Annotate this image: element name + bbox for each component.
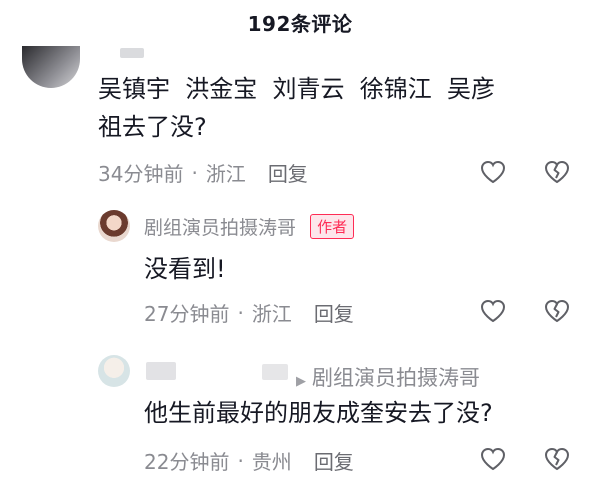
comment-time: 22分钟前 [144, 450, 230, 474]
like-button[interactable] [478, 157, 508, 187]
meta-separator: · [237, 448, 244, 473]
comments-header: 192条评论 [0, 0, 600, 44]
comment-location: 贵州 [251, 450, 292, 474]
comment-time: 34分钟前 [98, 162, 184, 186]
comment-text: 吴镇宇 洪金宝 刘青云 徐锦江 吴彦 祖去了没? [98, 70, 578, 146]
comment-count-title: 192条评论 [247, 11, 353, 36]
comment-meta: 34分钟前 · 浙江 回复 [98, 158, 308, 187]
comment-text-line: 吴镇宇 洪金宝 刘青云 徐锦江 吴彦 [98, 75, 496, 103]
author-name-text: 剧组演员拍摄涛哥 [144, 217, 297, 239]
triangle-right-icon: ▶ [296, 374, 306, 389]
comment-meta: 27分钟前 · 浙江 回复 [144, 298, 354, 327]
blurred-username [120, 48, 144, 58]
comment-text-line: 祖去了没? [98, 113, 207, 141]
reply-button[interactable]: 回复 [314, 446, 354, 475]
comment-text-line: 没看到! [144, 255, 226, 283]
avatar[interactable] [98, 210, 130, 242]
reply-button[interactable]: 回复 [314, 298, 354, 327]
comment-text: 没看到! [144, 250, 226, 288]
blurred-username [262, 364, 288, 380]
comment-meta: 22分钟前 · 贵州 回复 [144, 446, 354, 475]
comment-time: 27分钟前 [144, 302, 230, 326]
heart-outline-icon [480, 299, 506, 323]
broken-heart-icon [544, 160, 570, 184]
comment-location: 浙江 [205, 162, 246, 186]
reply-button[interactable]: 回复 [268, 158, 308, 187]
avatar[interactable] [98, 355, 130, 387]
dislike-button[interactable] [542, 296, 572, 326]
meta-separator: · [237, 300, 244, 325]
heart-outline-icon [480, 160, 506, 184]
author-name[interactable]: 剧组演员拍摄涛哥 作者 [144, 213, 355, 240]
meta-separator: · [191, 160, 198, 185]
broken-heart-icon [544, 447, 570, 471]
like-button[interactable] [478, 296, 508, 326]
reply-to-name[interactable]: 剧组演员拍摄涛哥 [312, 366, 480, 390]
dislike-button[interactable] [542, 157, 572, 187]
comment-text: 他生前最好的朋友成奎安去了没? [144, 394, 493, 432]
avatar[interactable] [22, 46, 80, 88]
author-badge: 作者 [310, 214, 355, 239]
heart-outline-icon [480, 447, 506, 471]
blurred-username [146, 362, 176, 380]
reply-to: ▶ 剧组演员拍摄涛哥 [292, 362, 480, 392]
comment-location: 浙江 [251, 302, 292, 326]
dislike-button[interactable] [542, 444, 572, 474]
broken-heart-icon [544, 299, 570, 323]
comment-text-line: 他生前最好的朋友成奎安去了没? [144, 399, 493, 427]
like-button[interactable] [478, 444, 508, 474]
